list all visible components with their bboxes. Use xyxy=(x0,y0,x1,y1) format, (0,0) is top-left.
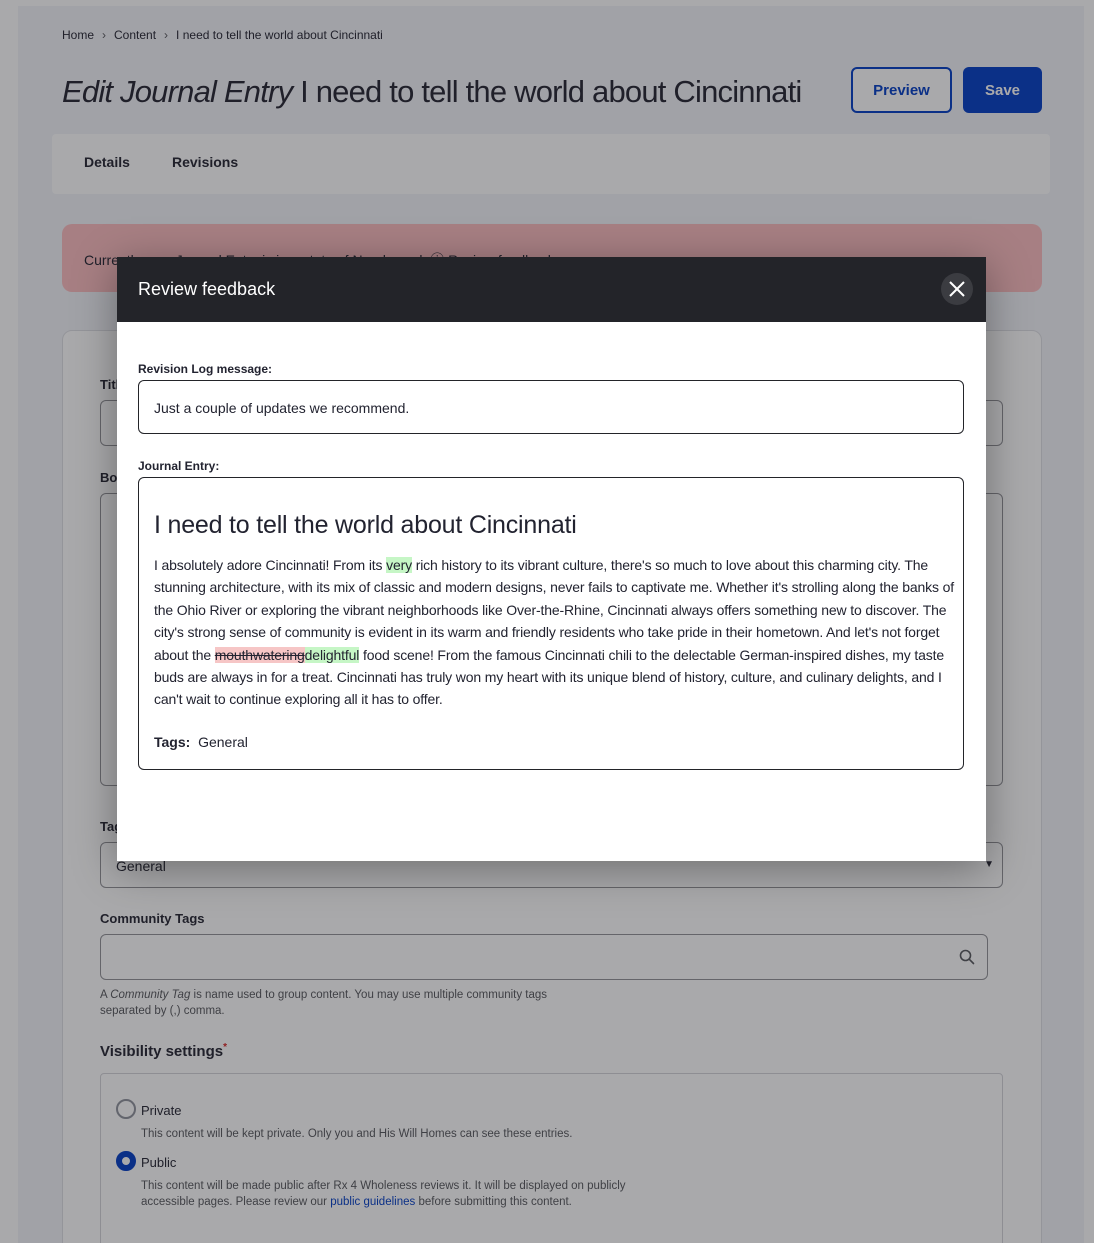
revision-log-message: Just a couple of updates we recommend. xyxy=(154,400,410,416)
dialog-title: Review feedback xyxy=(138,279,276,299)
close-button[interactable] xyxy=(941,273,973,305)
deleted-text: mouthwatering xyxy=(214,646,305,663)
entry-body: I absolutely adore Cincinnati! From its … xyxy=(154,557,954,708)
revision-log-label: Revision Log message: xyxy=(138,362,273,376)
inserted-text: very xyxy=(386,557,412,573)
entry-title: I need to tell the world about Cincinnat… xyxy=(154,511,577,539)
close-icon xyxy=(949,281,965,297)
journal-entry-label: Journal Entry: xyxy=(138,459,220,473)
entry-tags: Tags: General xyxy=(154,734,248,750)
inserted-text: delightful xyxy=(304,646,360,663)
revision-log-box: Just a couple of updates we recommend. xyxy=(138,380,964,434)
review-feedback-dialog: Review feedback Revision Log message: Ju… xyxy=(117,257,986,861)
journal-entry-box: I need to tell the world about Cincinnat… xyxy=(138,477,964,770)
dialog-header: Review feedback xyxy=(117,257,986,322)
